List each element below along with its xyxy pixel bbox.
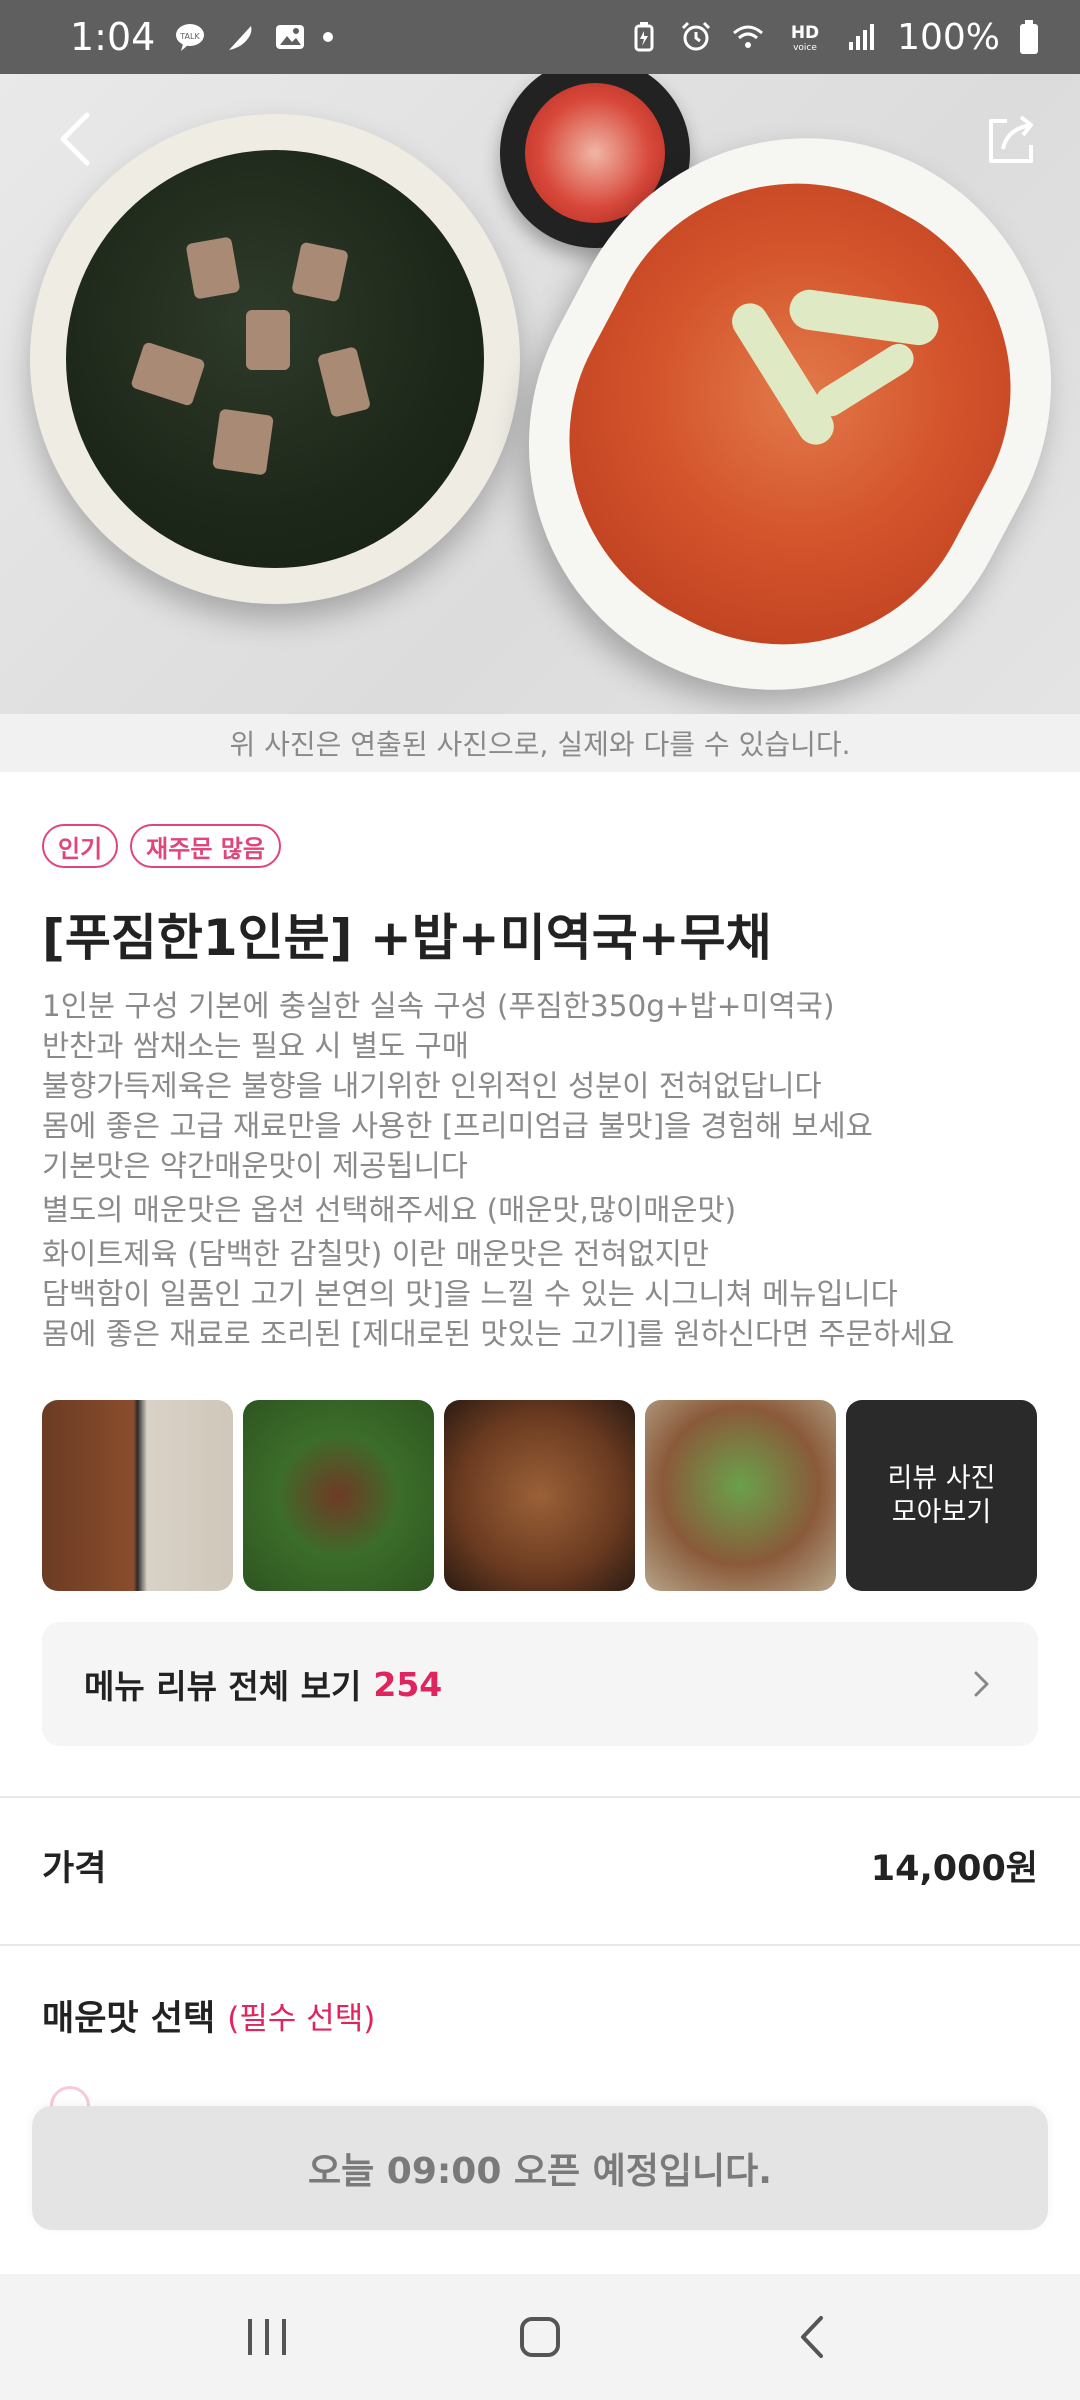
review-photo-thumbnail[interactable] xyxy=(243,1400,434,1591)
more-photos-label-line1: 리뷰 사진 xyxy=(887,1462,996,1494)
description-line: 기본맛은 약간매운맛이 제공됩니다 xyxy=(42,1149,468,1183)
review-photo-thumbnail[interactable] xyxy=(42,1400,233,1591)
description-line: 몸에 좋은 재료로 조리된 [제대로된 맛있는 고기]를 원하신다면 주문하세요 xyxy=(42,1317,955,1351)
status-left-icons: TALK xyxy=(173,20,334,54)
menu-badges: 인기 재주문 많음 xyxy=(42,824,281,868)
spicy-option-header: 매운맛 선택 (필수 선택) xyxy=(42,1990,375,2041)
alarm-icon xyxy=(682,21,711,51)
section-divider xyxy=(0,1796,1080,1798)
gallery-icon xyxy=(276,25,305,49)
battery-saver-icon xyxy=(634,22,654,52)
svg-text:voice: voice xyxy=(793,43,817,53)
kakaotalk-icon: TALK xyxy=(176,24,205,51)
svg-text:TALK: TALK xyxy=(180,32,201,41)
wifi-icon xyxy=(733,25,764,48)
recent-apps-icon xyxy=(247,2319,286,2355)
review-photo-thumbnail[interactable] xyxy=(444,1400,635,1591)
chevron-right-icon xyxy=(974,1671,989,1697)
home-icon xyxy=(519,2317,560,2357)
review-label: 메뉴 리뷰 전체 보기 xyxy=(84,1667,362,1706)
share-icon xyxy=(989,115,1033,163)
description-line: 화이트제육 (담백한 감칠맛) 이란 매운맛은 전혀없지만 xyxy=(42,1237,709,1271)
description-line: 반찬과 쌈채소는 필요 시 별도 구매 xyxy=(42,1029,469,1063)
signal-icon xyxy=(849,24,875,50)
description-line: 담백함이 일품인 고기 본연의 맛]을 느낄 수 있는 시그니쳐 메뉴입니다 xyxy=(42,1277,898,1311)
menu-description: 1인분 구성 기본에 충실한 실속 구성 (푸짐한350g+밥+미역국) 반찬과… xyxy=(42,986,1052,1354)
system-nav-bar xyxy=(0,2274,1080,2400)
price-label: 가격 xyxy=(42,1849,107,1889)
menu-hero-image xyxy=(0,74,1080,714)
section-divider xyxy=(0,1944,1080,1946)
price-row: 가격 14,000원 xyxy=(42,1840,1038,1891)
description-line: 별도의 매운맛은 옵션 선택해주세요 (매운맛,많이매운맛) xyxy=(42,1193,737,1227)
nav-back-button[interactable] xyxy=(773,2297,853,2377)
photo-disclaimer: 위 사진은 연출된 사진으로, 실제와 다를 수 있습니다. xyxy=(0,714,1080,772)
review-count: 254 xyxy=(373,1664,443,1704)
description-line: 불향가득제육은 불향을 내기위한 인위적인 성분이 전혀없답니다 xyxy=(42,1069,822,1103)
hd-voice-icon: HDvoice xyxy=(791,23,819,53)
back-button[interactable] xyxy=(40,104,110,174)
status-bar: 1:04 TALK HD voice 100% xyxy=(0,0,1080,74)
share-button[interactable] xyxy=(976,104,1046,174)
svg-text:HD: HD xyxy=(791,23,819,43)
order-unavailable-button[interactable]: 오늘 09:00 오픈 예정입니다. xyxy=(32,2106,1048,2230)
seaweed-soup-bowl xyxy=(30,114,520,604)
back-icon xyxy=(801,2316,824,2358)
description-line: 1인분 구성 기본에 충실한 실속 구성 (푸짐한350g+밥+미역국) xyxy=(42,989,835,1023)
required-selection-label: (필수 선택) xyxy=(227,2001,376,2037)
recent-apps-button[interactable] xyxy=(227,2297,307,2377)
review-photo-thumbnail[interactable] xyxy=(645,1400,836,1591)
badge-popular: 인기 xyxy=(42,824,119,868)
spicy-option-label: 매운맛 선택 xyxy=(42,1999,216,2039)
status-time: 1:04 xyxy=(70,15,156,59)
feather-icon xyxy=(229,26,252,50)
home-button[interactable] xyxy=(500,2297,580,2377)
review-photos-more-button[interactable]: 리뷰 사진 모아보기 xyxy=(846,1400,1037,1591)
price-value: 14,000원 xyxy=(870,1849,1038,1889)
status-right-icons: HD voice 100% xyxy=(627,17,1040,58)
more-photos-label-line2: 모아보기 xyxy=(891,1496,992,1528)
menu-title: [푸짐한1인분] +밥+미역국+무채 xyxy=(42,909,772,967)
review-photo-thumbnails: 리뷰 사진 모아보기 xyxy=(42,1400,1037,1591)
back-arrow-icon xyxy=(60,112,90,166)
notification-dot-icon xyxy=(323,32,334,42)
view-all-reviews-button[interactable]: 메뉴 리뷰 전체 보기 254 xyxy=(42,1622,1038,1746)
battery-icon xyxy=(1020,20,1038,54)
battery-percent: 100% xyxy=(897,16,1000,58)
description-line: 몸에 좋은 고급 재료만을 사용한 [프리미엄급 불맛]을 경험해 보세요 xyxy=(42,1109,873,1143)
badge-reorder: 재주문 많음 xyxy=(130,824,281,868)
